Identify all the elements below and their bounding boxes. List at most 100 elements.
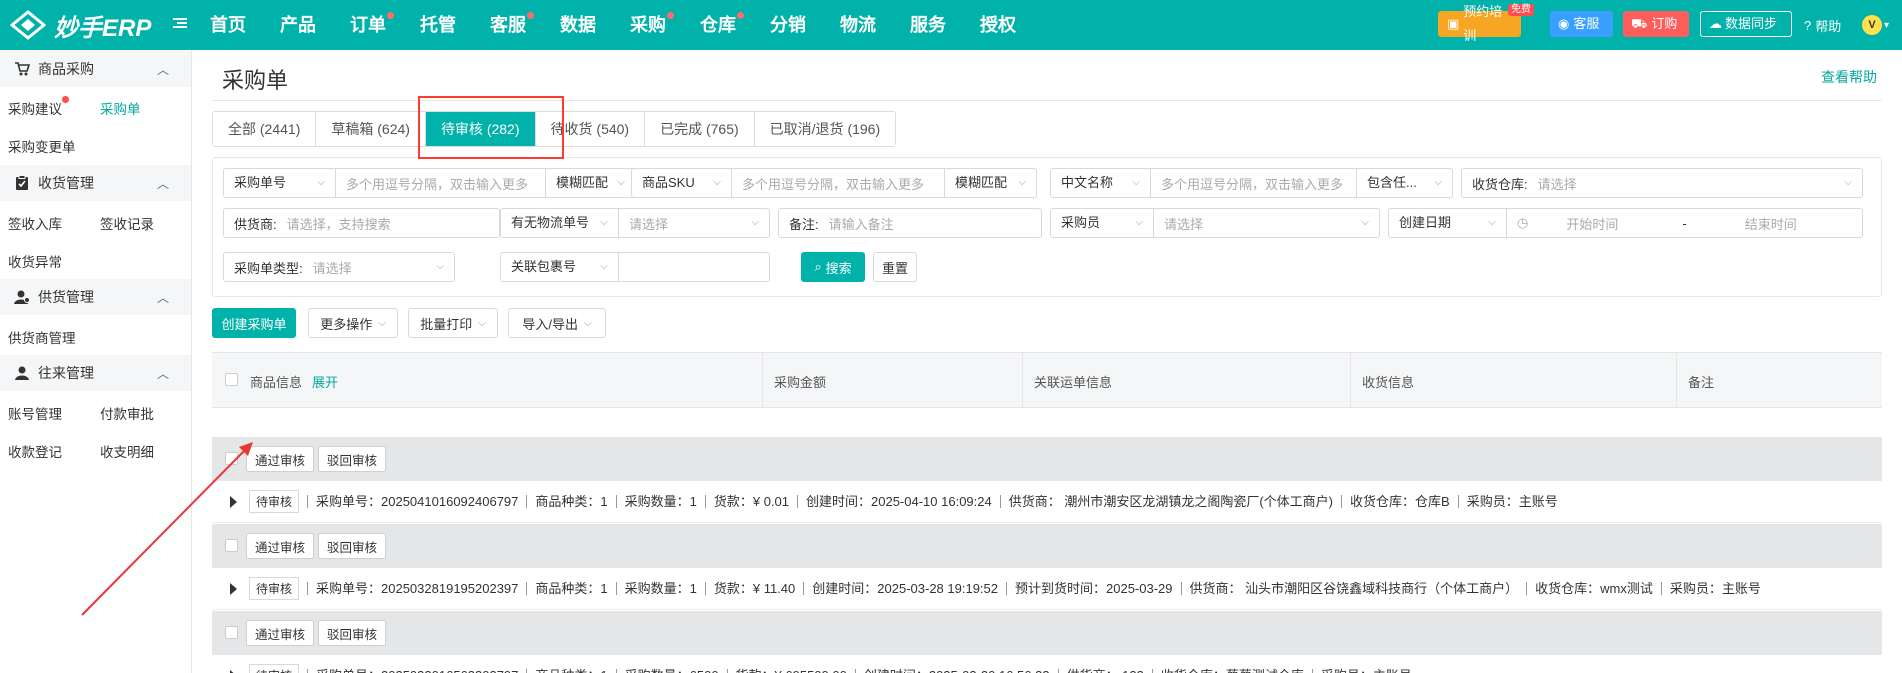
order-field: 采购数量：1 bbox=[615, 582, 705, 595]
status-tab[interactable]: 已取消/退货 (196) bbox=[754, 112, 896, 146]
create-po-button[interactable]: 创建采购单 bbox=[212, 308, 296, 338]
sidebar-item-receipt-register[interactable]: 收款登记 bbox=[8, 441, 62, 461]
status-tab[interactable]: 已完成 (765) bbox=[645, 112, 755, 146]
more-actions-button[interactable]: 更多操作 ⌵ bbox=[308, 308, 398, 338]
warehouse-select[interactable]: 请选择 bbox=[1528, 174, 1862, 193]
sku-input[interactable]: 多个用逗号分隔，双击输入更多 bbox=[732, 174, 944, 193]
supplier-select[interactable]: 请选择，支持搜索 bbox=[277, 214, 499, 233]
nav-item[interactable]: 物流 bbox=[828, 0, 898, 50]
sku-field-value: 商品SKU bbox=[642, 175, 695, 190]
reject-button[interactable]: 驳回审核 bbox=[318, 620, 386, 646]
chevron-down-icon: ⌵ bbox=[378, 317, 386, 329]
name-match-select[interactable]: 包含任... ⌵ bbox=[1356, 169, 1452, 197]
logo[interactable]: 妙手ERP bbox=[9, 9, 151, 42]
sidebar-group-accounts[interactable]: 往来管理 ︿ bbox=[0, 355, 191, 391]
menu-toggle-icon[interactable] bbox=[172, 15, 188, 31]
name-input[interactable]: 多个用逗号分隔，双击输入更多 bbox=[1151, 174, 1356, 193]
column-divider bbox=[1676, 353, 1677, 407]
name-field-select[interactable]: 中文名称 ⌵ bbox=[1051, 169, 1151, 197]
nav-item[interactable]: 订单 bbox=[338, 0, 408, 50]
sidebar-item-account-manage[interactable]: 账号管理 bbox=[8, 403, 62, 423]
customer-service-button[interactable]: ◉ 客服 bbox=[1550, 11, 1613, 37]
approve-button[interactable]: 通过审核 bbox=[246, 533, 314, 559]
nav-item[interactable]: 托管 bbox=[408, 0, 478, 50]
end-date-input[interactable]: 结束时间 bbox=[1745, 214, 1797, 233]
select-all-checkbox[interactable] bbox=[225, 373, 238, 386]
po-type-filter[interactable]: 采购单类型: 请选择 ⌵ bbox=[223, 252, 455, 282]
sidebar-group-supply[interactable]: 供货管理 ︿ bbox=[0, 279, 191, 315]
buyer-field-select[interactable]: 采购员 ⌵ bbox=[1051, 209, 1154, 237]
approve-button[interactable]: 通过审核 bbox=[246, 446, 314, 472]
user-avatar[interactable]: V bbox=[1862, 15, 1882, 35]
package-field-value: 关联包裹号 bbox=[511, 259, 577, 274]
nav-item[interactable]: 授权 bbox=[968, 0, 1038, 50]
nav-item[interactable]: 服务 bbox=[898, 0, 968, 50]
package-field-select[interactable]: 关联包裹号 ⌵ bbox=[501, 253, 619, 281]
sidebar-item-payment-approve[interactable]: 付款审批 bbox=[100, 403, 154, 423]
nav-item[interactable]: 数据 bbox=[548, 0, 618, 50]
start-date-input[interactable]: 开始时间 bbox=[1566, 214, 1676, 233]
reject-button[interactable]: 驳回审核 bbox=[318, 533, 386, 559]
sidebar-item-receive-abnormal[interactable]: 收货异常 bbox=[8, 251, 62, 271]
order-summary-row: 待审核采购单号：2025032016563303797商品种类：1采购数量：65… bbox=[212, 655, 1882, 673]
import-export-button[interactable]: 导入/导出 ⌵ bbox=[508, 308, 606, 338]
remark-filter[interactable]: 备注: 请输入备注 bbox=[778, 208, 1042, 238]
batch-print-button[interactable]: 批量打印 ⌵ bbox=[408, 308, 498, 338]
chevron-up-icon: ︿ bbox=[156, 177, 169, 191]
column-amount: 采购金额 bbox=[774, 375, 827, 390]
order-group-bar: 通过审核 驳回审核 bbox=[212, 611, 1882, 655]
sidebar-item-income-detail[interactable]: 收支明细 bbox=[100, 441, 154, 461]
sku-match-select[interactable]: 模糊匹配 ⌵ bbox=[944, 169, 1036, 197]
expand-triangle-icon[interactable] bbox=[230, 495, 237, 508]
search-button[interactable]: ⌕ 搜索 bbox=[801, 252, 865, 282]
sku-field-select[interactable]: 商品SKU ⌵ bbox=[632, 169, 732, 197]
order-checkbox[interactable] bbox=[225, 452, 238, 465]
buyer-select[interactable]: 请选择 bbox=[1154, 214, 1379, 233]
remark-input[interactable]: 请输入备注 bbox=[819, 214, 1041, 233]
status-tab[interactable]: 待收货 (540) bbox=[535, 112, 646, 146]
status-tab[interactable]: 待审核 (282) bbox=[425, 112, 536, 146]
order-checkbox[interactable] bbox=[225, 539, 238, 552]
sidebar-item-receive-in[interactable]: 签收入库 bbox=[8, 213, 62, 233]
sidebar-item-receive-record[interactable]: 签收记录 bbox=[100, 213, 154, 233]
nav-item[interactable]: 产品 bbox=[268, 0, 338, 50]
sidebar-item-supplier-manage[interactable]: 供货商管理 bbox=[8, 327, 76, 347]
user-menu-icon[interactable]: ▾ bbox=[1884, 20, 1889, 31]
sidebar-item-purchase-suggest[interactable]: 采购建议 bbox=[8, 96, 69, 118]
sidebar-item-purchase-change[interactable]: 采购变更单 bbox=[8, 136, 76, 156]
sidebar-group-receiving[interactable]: 收货管理 ︿ bbox=[0, 165, 191, 201]
po-number-input[interactable]: 多个用逗号分隔，双击输入更多 bbox=[336, 174, 545, 193]
po-field-select[interactable]: 采购单号 ⌵ bbox=[224, 169, 336, 197]
data-sync-button[interactable]: ☁ 数据同步 bbox=[1700, 11, 1792, 37]
subscribe-button[interactable]: ⛟ 订购 bbox=[1623, 11, 1689, 37]
nav-item[interactable]: 分销 bbox=[758, 0, 828, 50]
free-badge: 免费 bbox=[1508, 4, 1534, 16]
sidebar-group-purchase[interactable]: 商品采购 ︿ bbox=[0, 51, 191, 87]
order-field: 货款：¥ 0.01 bbox=[704, 495, 797, 508]
approve-button[interactable]: 通过审核 bbox=[246, 620, 314, 646]
expand-triangle-icon[interactable] bbox=[230, 669, 237, 673]
nav-item[interactable]: 首页 bbox=[200, 0, 268, 50]
nav-item[interactable]: 客服 bbox=[478, 0, 548, 50]
status-tab[interactable]: 全部 (2441) bbox=[213, 112, 317, 146]
reject-button[interactable]: 驳回审核 bbox=[318, 446, 386, 472]
po-match-select[interactable]: 模糊匹配 ⌵ bbox=[545, 169, 635, 197]
warehouse-filter[interactable]: 收货仓库: 请选择 ⌵ bbox=[1461, 168, 1863, 198]
supplier-filter[interactable]: 供货商: 请选择，支持搜索 bbox=[223, 208, 500, 238]
expand-triangle-icon[interactable] bbox=[230, 582, 237, 595]
cart-icon bbox=[14, 61, 31, 77]
order-checkbox[interactable] bbox=[225, 626, 238, 639]
status-tab[interactable]: 草稿箱 (624) bbox=[316, 112, 426, 146]
view-help-link[interactable]: 查看帮助 bbox=[1821, 67, 1877, 87]
expand-link[interactable]: 展开 bbox=[312, 375, 338, 390]
sidebar-item-purchase-order[interactable]: 采购单 bbox=[100, 98, 141, 118]
logistics-field-select[interactable]: 有无物流单号 ⌵ bbox=[501, 209, 619, 237]
date-field-select[interactable]: 创建日期 ⌵ bbox=[1389, 209, 1507, 237]
nav-item[interactable]: 采购 bbox=[618, 0, 688, 50]
nav-item[interactable]: 仓库 bbox=[688, 0, 758, 50]
help-link[interactable]: ? 帮助 bbox=[1804, 16, 1841, 35]
chevron-down-icon: ⌵ bbox=[600, 217, 608, 228]
reset-button[interactable]: 重置 bbox=[873, 252, 917, 282]
logistics-select[interactable]: 请选择 bbox=[619, 214, 769, 233]
po-type-select[interactable]: 请选择 bbox=[303, 258, 454, 277]
